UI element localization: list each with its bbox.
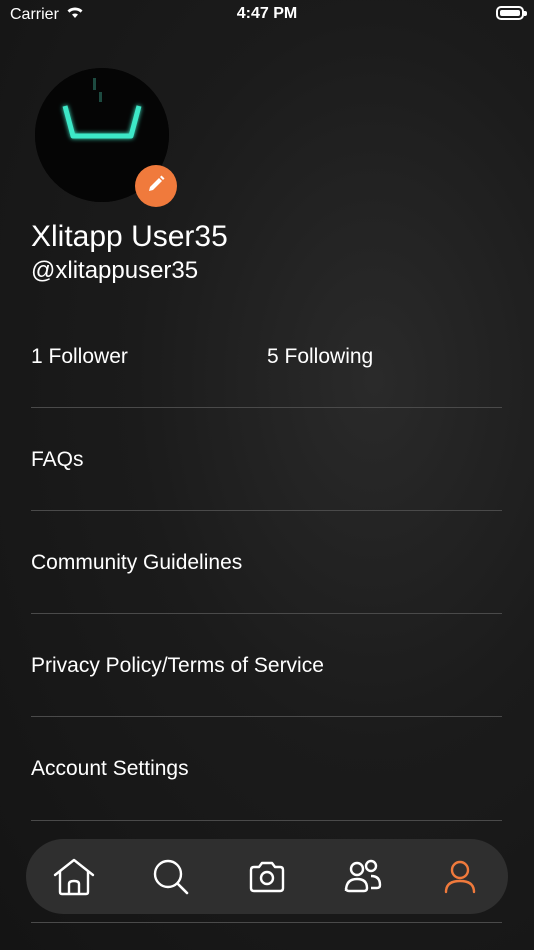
camera-icon	[248, 860, 286, 894]
tab-community[interactable]	[333, 847, 393, 907]
menu-item-community-guidelines[interactable]: Community Guidelines	[31, 543, 502, 583]
profile-display-name: Xlitapp User35	[31, 220, 228, 253]
divider	[31, 716, 502, 717]
following-link[interactable]: 5 Following	[267, 345, 373, 369]
wifi-icon	[65, 5, 85, 24]
profile-icon	[443, 859, 477, 895]
divider	[31, 922, 502, 923]
followers-link[interactable]: 1 Follower	[31, 345, 128, 369]
status-time: 4:47 PM	[236, 5, 298, 22]
divider	[31, 820, 502, 821]
profile-handle: @xlitappuser35	[31, 257, 199, 284]
battery-icon	[496, 6, 527, 20]
divider	[31, 613, 502, 614]
tab-search[interactable]	[141, 847, 201, 907]
pencil-icon	[146, 174, 166, 199]
edit-avatar-button[interactable]	[135, 165, 177, 207]
carrier-indicator: Carrier	[10, 5, 85, 24]
tab-home[interactable]	[44, 847, 104, 907]
menu-item-account-settings[interactable]: Account Settings	[31, 749, 502, 789]
carrier-label: Carrier	[10, 5, 59, 23]
menu-item-faqs[interactable]: FAQs	[31, 440, 502, 480]
tab-bar	[26, 839, 508, 914]
people-icon	[343, 858, 383, 896]
divider	[31, 510, 502, 511]
menu-item-privacy-terms[interactable]: Privacy Policy/Terms of Service	[31, 646, 502, 686]
search-icon	[152, 858, 190, 896]
tab-profile[interactable]	[430, 847, 490, 907]
status-bar: Carrier 4:47 PM	[0, 0, 534, 30]
home-icon	[52, 857, 96, 897]
tab-camera[interactable]	[237, 847, 297, 907]
divider	[31, 407, 502, 408]
